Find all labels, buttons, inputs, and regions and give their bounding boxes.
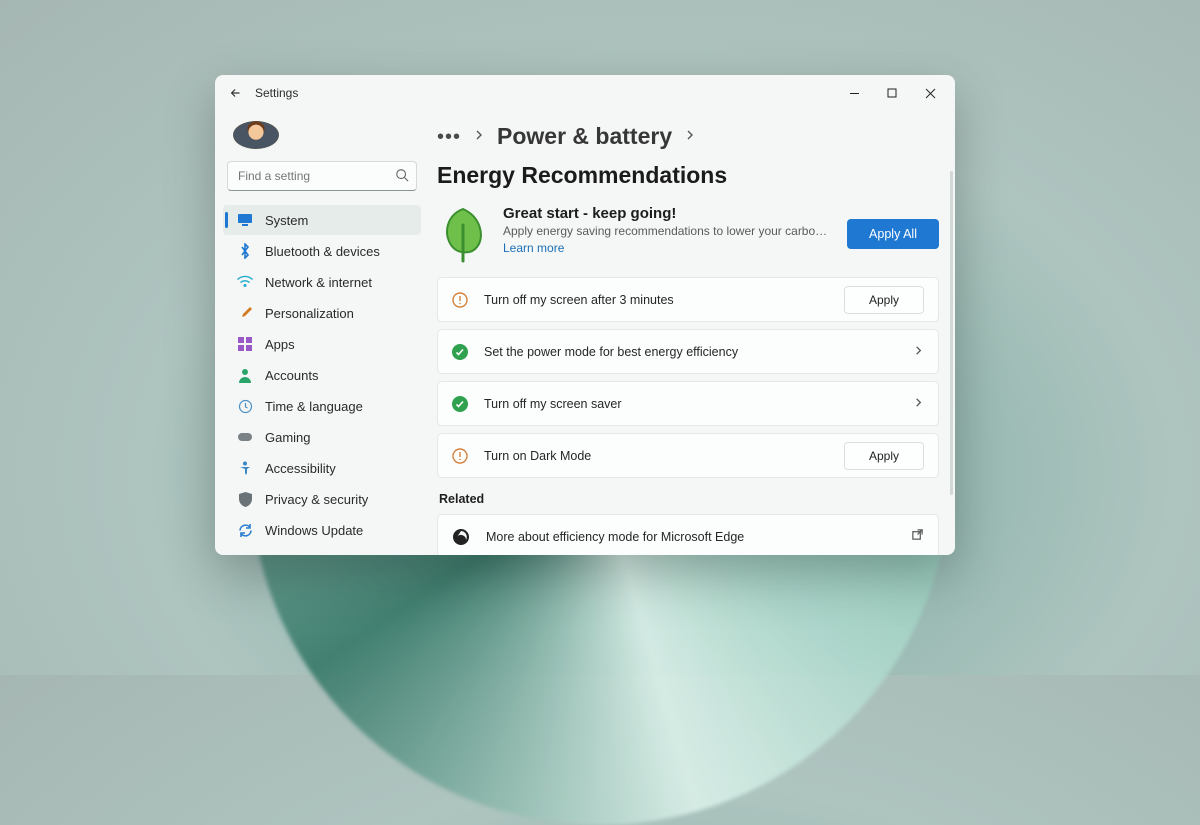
sidebar-item-label: Privacy & security <box>265 492 368 507</box>
breadcrumb: ••• Power & battery Energy Recommendatio… <box>437 123 939 189</box>
accessibility-icon <box>237 460 253 476</box>
chevron-right-icon <box>913 343 924 361</box>
sidebar-item-label: Accessibility <box>265 461 336 476</box>
apply-button[interactable]: Apply <box>844 442 924 470</box>
chevron-right-icon <box>684 128 696 146</box>
sidebar-item-gaming[interactable]: Gaming <box>223 422 421 452</box>
search-icon <box>395 168 409 187</box>
hero-title: Great start - keep going! <box>503 205 833 222</box>
recommendation-label: Set the power mode for best energy effic… <box>484 345 897 359</box>
user-avatar[interactable] <box>233 121 279 149</box>
sidebar-item-label: System <box>265 213 308 228</box>
sidebar-item-network-internet[interactable]: Network & internet <box>223 267 421 297</box>
recommendation-label: Turn on Dark Mode <box>484 449 828 463</box>
sidebar-item-label: Bluetooth & devices <box>265 244 380 259</box>
sidebar-item-windows-update[interactable]: Windows Update <box>223 515 421 545</box>
sidebar-item-apps[interactable]: Apps <box>223 329 421 359</box>
hero-banner: Great start - keep going! Apply energy s… <box>437 203 939 277</box>
apps-icon <box>237 336 253 352</box>
display-icon <box>237 212 253 228</box>
checkmark-circle-icon <box>452 344 468 360</box>
globe-clock-icon <box>237 398 253 414</box>
sidebar-item-label: Windows Update <box>265 523 363 538</box>
sidebar-nav: System Bluetooth & devices Network & inter… <box>223 205 421 545</box>
related-item-edge[interactable]: More about efficiency mode for Microsoft… <box>437 514 939 555</box>
person-icon <box>237 367 253 383</box>
sidebar-item-accounts[interactable]: Accounts <box>223 360 421 390</box>
sidebar-item-bluetooth-devices[interactable]: Bluetooth & devices <box>223 236 421 266</box>
apply-all-button[interactable]: Apply All <box>847 219 939 249</box>
search-field-wrap <box>227 161 417 191</box>
minimize-button[interactable] <box>835 79 873 107</box>
checkmark-circle-icon <box>452 396 468 412</box>
sidebar-item-label: Apps <box>265 337 295 352</box>
recommendation-item: Turn off my screen after 3 minutes Apply <box>437 277 939 322</box>
search-input[interactable] <box>227 161 417 191</box>
chevron-right-icon <box>473 128 485 146</box>
window-title: Settings <box>255 86 298 100</box>
warning-circle-icon <box>452 292 468 308</box>
open-external-icon <box>911 528 924 546</box>
close-button[interactable] <box>911 79 949 107</box>
sidebar-item-personalization[interactable]: Personalization <box>223 298 421 328</box>
breadcrumb-overflow[interactable]: ••• <box>437 127 461 147</box>
scrollbar[interactable] <box>950 171 953 495</box>
maximize-button[interactable] <box>873 79 911 107</box>
settings-window: Settings System Bluetooth & devices Networ… <box>215 75 955 555</box>
recommendation-item[interactable]: Turn off my screen saver <box>437 381 939 426</box>
apply-button[interactable]: Apply <box>844 286 924 314</box>
sidebar-item-label: Personalization <box>265 306 354 321</box>
sidebar-item-label: Accounts <box>265 368 318 383</box>
sidebar-item-label: Gaming <box>265 430 311 445</box>
chevron-right-icon <box>913 395 924 413</box>
paintbrush-icon <box>237 305 253 321</box>
warning-circle-icon <box>452 448 468 464</box>
breadcrumb-current: Energy Recommendations <box>437 162 727 189</box>
sidebar-item-label: Network & internet <box>265 275 372 290</box>
window-controls <box>835 79 949 107</box>
update-icon <box>237 522 253 538</box>
recommendation-label: Turn off my screen saver <box>484 397 897 411</box>
hero-subtitle: Apply energy saving recommendations to l… <box>503 224 833 238</box>
sidebar-item-privacy-security[interactable]: Privacy & security <box>223 484 421 514</box>
edge-icon <box>452 528 470 546</box>
recommendation-item[interactable]: Set the power mode for best energy effic… <box>437 329 939 374</box>
wifi-icon <box>237 274 253 290</box>
sidebar-item-label: Time & language <box>265 399 363 414</box>
sidebar-item-accessibility[interactable]: Accessibility <box>223 453 421 483</box>
main-content: ••• Power & battery Energy Recommendatio… <box>427 111 955 555</box>
breadcrumb-parent[interactable]: Power & battery <box>497 123 672 150</box>
learn-more-link[interactable]: Learn more <box>503 241 564 255</box>
recommendation-label: Turn off my screen after 3 minutes <box>484 293 828 307</box>
sidebar: System Bluetooth & devices Network & inter… <box>215 111 427 555</box>
sidebar-item-time-language[interactable]: Time & language <box>223 391 421 421</box>
bluetooth-icon <box>237 243 253 259</box>
leaf-icon <box>437 205 489 263</box>
related-item-label: More about efficiency mode for Microsoft… <box>486 530 895 544</box>
related-heading: Related <box>439 492 939 506</box>
sidebar-item-system[interactable]: System <box>223 205 421 235</box>
gamepad-icon <box>237 429 253 445</box>
back-button[interactable] <box>227 84 245 102</box>
shield-icon <box>237 491 253 507</box>
title-bar: Settings <box>215 75 955 111</box>
recommendation-item: Turn on Dark Mode Apply <box>437 433 939 478</box>
